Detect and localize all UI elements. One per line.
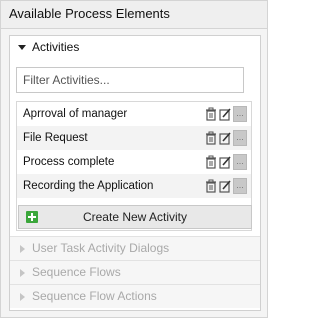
edit-icon[interactable]: [219, 179, 231, 193]
activities-section-header[interactable]: Activities: [10, 36, 260, 60]
activity-actions: ...: [205, 130, 247, 146]
user-task-activity-dialogs-section-header[interactable]: User Task Activity Dialogs: [10, 236, 260, 260]
trash-icon[interactable]: [205, 155, 217, 169]
create-new-activity-label: Create New Activity: [82, 210, 188, 224]
edit-icon[interactable]: [219, 155, 231, 169]
list-item[interactable]: Recording the Application ...: [17, 174, 251, 198]
list-item[interactable]: File Request ...: [17, 126, 251, 150]
section-label: User Task Activity Dialogs: [32, 241, 170, 255]
more-button[interactable]: ...: [233, 178, 247, 194]
list-item[interactable]: Aprroval of manager ...: [17, 102, 251, 126]
chevron-right-icon: [20, 269, 25, 277]
edit-icon[interactable]: [219, 131, 231, 145]
create-new-activity-button[interactable]: Create New Activity: [18, 205, 252, 229]
trash-icon[interactable]: [205, 179, 217, 193]
more-button[interactable]: ...: [233, 106, 247, 122]
trash-icon[interactable]: [205, 107, 217, 121]
more-button[interactable]: ...: [233, 154, 247, 170]
process-elements-panel: Available Process Elements Activities Ap…: [0, 0, 268, 318]
chevron-right-icon: [20, 293, 25, 301]
sequence-flows-section-header[interactable]: Sequence Flows: [10, 260, 260, 284]
filter-activities-input[interactable]: [16, 67, 244, 93]
activity-label: File Request: [23, 132, 88, 144]
chevron-right-icon: [20, 245, 25, 253]
list-item[interactable]: Process complete ...: [17, 150, 251, 174]
section-label: Sequence Flow Actions: [32, 289, 157, 303]
trash-icon[interactable]: [205, 131, 217, 145]
activity-label: Recording the Application: [23, 180, 154, 192]
sequence-flow-actions-section-header[interactable]: Sequence Flow Actions: [10, 284, 260, 308]
activity-label: Process complete: [23, 156, 115, 168]
edit-icon[interactable]: [219, 107, 231, 121]
activities-section-label: Activities: [32, 40, 80, 54]
plus-icon: [26, 211, 38, 223]
activity-label: Aprroval of manager: [23, 108, 128, 120]
chevron-down-icon: [18, 45, 26, 50]
activity-actions: ...: [205, 178, 247, 194]
process-elements-accordion: Activities Aprroval of manager ... File …: [9, 35, 261, 311]
panel-title: Available Process Elements: [1, 1, 267, 29]
activity-actions: ...: [205, 154, 247, 170]
activity-actions: ...: [205, 106, 247, 122]
more-button[interactable]: ...: [233, 130, 247, 146]
section-label: Sequence Flows: [32, 265, 121, 279]
